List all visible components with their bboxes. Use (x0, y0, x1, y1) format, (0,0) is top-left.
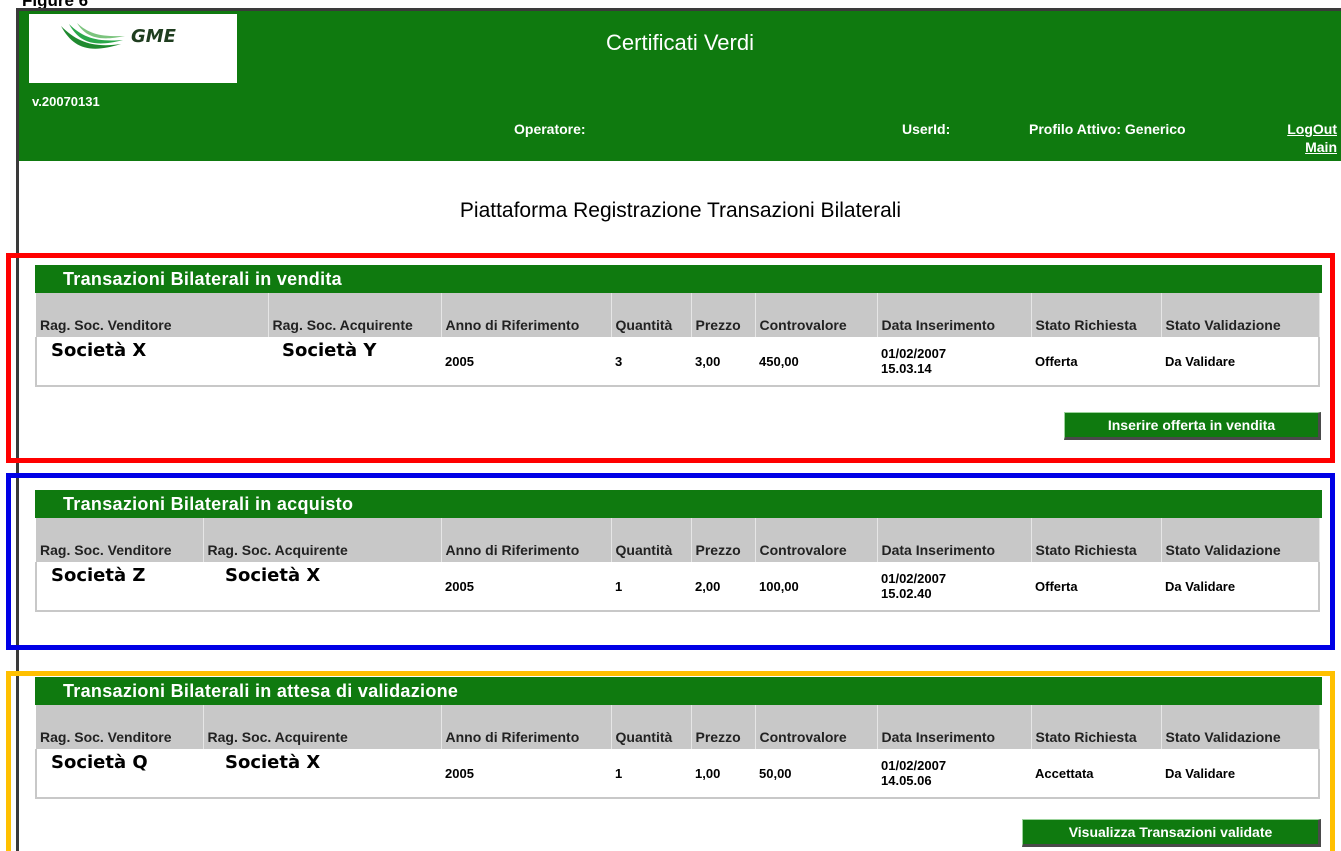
cell-price: 2,00 (691, 562, 755, 612)
column-header-seller: Rag. Soc. Venditore (36, 293, 269, 337)
column-header-value: Controvalore (755, 518, 878, 562)
column-header-seller: Rag. Soc. Venditore (36, 518, 204, 562)
cell-quantity: 1 (611, 749, 691, 799)
page-title: Piattaforma Registrazione Transazioni Bi… (459, 199, 902, 222)
column-header-price: Prezzo (691, 518, 756, 562)
table-header-row: Rag. Soc. Venditore Rag. Soc. Acquirente… (36, 518, 1320, 562)
column-header-value: Controvalore (755, 293, 878, 337)
cell-date-time: 15.02.40 (881, 586, 932, 601)
app-header: GME Certificati Verdi v.20070131 Operato… (19, 11, 1341, 161)
column-header-request-status: Stato Richiesta (1031, 705, 1162, 749)
cell-quantity: 1 (611, 562, 691, 612)
cell-seller: Società Q (35, 749, 203, 799)
cell-validation-status: Da Validare (1161, 749, 1320, 799)
column-header-buyer: Rag. Soc. Acquirente (203, 705, 442, 749)
cell-date-day: 01/02/2007 (881, 758, 947, 773)
table-row[interactable]: Società Q Società X 2005 1 1,00 50,00 01… (35, 749, 1320, 799)
cell-value: 50,00 (755, 749, 877, 799)
purchase-transactions-section: Transazioni Bilaterali in acquisto Rag. … (35, 490, 1322, 612)
cell-price: 3,00 (691, 337, 755, 387)
cell-year: 2005 (441, 562, 611, 612)
cell-price: 1,00 (691, 749, 755, 799)
cell-value: 450,00 (755, 337, 877, 387)
cell-buyer: Società X (203, 562, 441, 612)
column-header-year: Anno di Riferimento (441, 518, 612, 562)
logout-link[interactable]: LogOut (1287, 121, 1337, 137)
column-header-buyer: Rag. Soc. Acquirente (203, 518, 442, 562)
section-title: Transazioni Bilaterali in attesa di vali… (35, 677, 1322, 705)
column-header-seller: Rag. Soc. Venditore (36, 705, 204, 749)
cell-date-day: 01/02/2007 (881, 346, 947, 361)
cell-year: 2005 (441, 337, 611, 387)
table-row[interactable]: Società Z Società X 2005 1 2,00 100,00 0… (35, 562, 1320, 612)
cell-request-status: Offerta (1031, 337, 1161, 387)
cell-value: 100,00 (755, 562, 877, 612)
main-link[interactable]: Main (1305, 139, 1337, 155)
cell-validation-status: Da Validare (1161, 337, 1320, 387)
userid-label: UserId: (902, 121, 951, 137)
table-header-row: Rag. Soc. Venditore Rag. Soc. Acquirente… (36, 293, 1320, 337)
cell-buyer: Società Y (268, 337, 441, 387)
view-validated-transactions-button[interactable]: Visualizza Transazioni validate (1022, 819, 1321, 847)
column-header-price: Prezzo (691, 705, 756, 749)
column-header-price: Prezzo (691, 293, 756, 337)
cell-seller: Società X (35, 337, 268, 387)
column-header-quantity: Quantità (611, 293, 692, 337)
column-header-validation-status: Stato Validazione (1161, 518, 1320, 562)
column-header-request-status: Stato Richiesta (1031, 293, 1162, 337)
table-header-row: Rag. Soc. Venditore Rag. Soc. Acquirente… (36, 705, 1320, 749)
column-header-year: Anno di Riferimento (441, 705, 612, 749)
column-header-date: Data Inserimento (877, 518, 1032, 562)
cell-request-status: Offerta (1031, 562, 1161, 612)
cell-date: 01/02/2007 15.03.14 (877, 337, 1031, 387)
column-header-quantity: Quantità (611, 705, 692, 749)
section-title: Transazioni Bilaterali in vendita (35, 265, 1322, 293)
version-label: v.20070131 (32, 94, 100, 109)
cell-quantity: 3 (611, 337, 691, 387)
column-header-validation-status: Stato Validazione (1161, 705, 1320, 749)
pending-validation-section: Transazioni Bilaterali in attesa di vali… (35, 677, 1322, 799)
cell-year: 2005 (441, 749, 611, 799)
column-header-date: Data Inserimento (877, 705, 1032, 749)
column-header-value: Controvalore (755, 705, 878, 749)
cell-validation-status: Da Validare (1161, 562, 1320, 612)
sale-transactions-section: Transazioni Bilaterali in vendita Rag. S… (35, 265, 1322, 387)
cell-buyer: Società X (203, 749, 441, 799)
purchase-transactions-table: Rag. Soc. Venditore Rag. Soc. Acquirente… (35, 518, 1320, 612)
pending-validation-table: Rag. Soc. Venditore Rag. Soc. Acquirente… (35, 705, 1320, 799)
cell-date-day: 01/02/2007 (881, 571, 947, 586)
cell-date: 01/02/2007 15.02.40 (877, 562, 1031, 612)
cell-date-time: 15.03.14 (881, 361, 932, 376)
column-header-year: Anno di Riferimento (441, 293, 612, 337)
operator-label: Operatore: (514, 121, 586, 137)
app-title: Certificati Verdi (606, 30, 754, 55)
active-profile-label: Profilo Attivo: Generico (1029, 121, 1186, 137)
column-header-date: Data Inserimento (877, 293, 1032, 337)
table-row[interactable]: Società X Società Y 2005 3 3,00 450,00 0… (35, 337, 1320, 387)
cell-date-time: 14.05.06 (881, 773, 932, 788)
cell-date: 01/02/2007 14.05.06 (877, 749, 1031, 799)
cell-seller: Società Z (35, 562, 203, 612)
column-header-request-status: Stato Richiesta (1031, 518, 1162, 562)
column-header-quantity: Quantità (611, 518, 692, 562)
column-header-buyer: Rag. Soc. Acquirente (268, 293, 442, 337)
sale-transactions-table: Rag. Soc. Venditore Rag. Soc. Acquirente… (35, 293, 1320, 387)
insert-sale-offer-button[interactable]: Inserire offerta in vendita (1064, 412, 1321, 440)
column-header-validation-status: Stato Validazione (1161, 293, 1320, 337)
cell-request-status: Accettata (1031, 749, 1161, 799)
section-title: Transazioni Bilaterali in acquisto (35, 490, 1322, 518)
